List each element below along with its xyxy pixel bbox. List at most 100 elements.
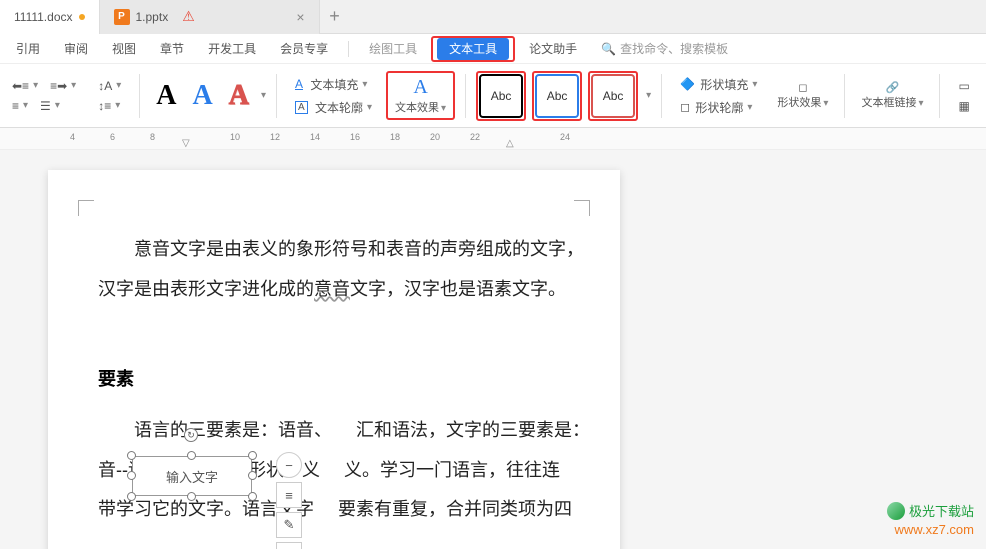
tab-docx[interactable]: 11111.docx — [0, 0, 100, 34]
ruler-tick: 12 — [270, 132, 280, 142]
ruler-tick: 10 — [230, 132, 240, 142]
shape-outline-button[interactable]: ◻ 形状轮廓▾ — [676, 97, 761, 118]
highlight-text-tool: 文本工具 — [431, 36, 515, 62]
separator — [844, 74, 845, 118]
indent-group: ⬅≡▾ ≡➡▾ ≡▾ ☰▾ — [4, 77, 84, 115]
pencil-tool-button[interactable]: ✎ — [276, 512, 302, 538]
paragraph: 语言的三要素是：语音、汇和语法，文字的三要素是： — [98, 411, 590, 451]
style-sample-2[interactable]: A — [186, 80, 218, 112]
separator — [465, 74, 466, 118]
tab-label: 11111.docx — [14, 10, 73, 24]
menu-review[interactable]: 审阅 — [54, 36, 98, 61]
highlight-abc1: Abc — [476, 71, 526, 121]
align-button[interactable]: ≡▾ — [8, 97, 32, 115]
modified-dot-icon — [79, 14, 85, 20]
tab-label: 1.pptx — [136, 10, 169, 24]
resize-handle-se[interactable] — [248, 492, 257, 501]
menu-draw-tools[interactable]: 绘图工具 — [359, 36, 427, 61]
pptx-icon: P — [114, 9, 130, 25]
close-icon[interactable]: × — [296, 9, 304, 25]
heading: 要素 — [98, 365, 590, 391]
paragraph: 带学习它的文字。语言文字要素有重复，合并同类项为四 — [98, 490, 590, 530]
ruler-tick: 24 — [560, 132, 570, 142]
search-placeholder: 查找命令、搜索模板 — [620, 40, 728, 57]
misc-group: ▭ ▦ — [950, 77, 977, 115]
resize-handle-s[interactable] — [187, 492, 196, 501]
paragraph-spacing-button[interactable]: ↕≡▾ — [94, 97, 124, 115]
watermark-line1: 极光下载站 — [887, 501, 974, 520]
menu-view[interactable]: 视图 — [102, 36, 146, 61]
fill-tool-button[interactable]: ≡ — [276, 482, 302, 508]
resize-handle-ne[interactable] — [248, 451, 257, 460]
shape-effect-button[interactable]: ◻ 形状效果▾ — [771, 79, 834, 112]
menu-text-tools[interactable]: 文本工具 — [437, 38, 509, 60]
watermark-icon — [887, 502, 905, 520]
misc-button-1[interactable]: ▭ — [954, 77, 973, 95]
text-fill-button[interactable]: A 文本填充▾ — [291, 74, 376, 95]
text-wrap-button[interactable]: ▣ — [276, 542, 302, 549]
menu-reference[interactable]: 引用 — [6, 36, 50, 61]
shape-style-1[interactable]: Abc — [479, 74, 523, 118]
shape-style-more[interactable]: ▾ — [646, 90, 651, 101]
ruler-indent-marker[interactable]: ▽ — [182, 138, 190, 149]
ruler-tick: 22 — [470, 132, 480, 142]
watermark: 极光下载站 www.xz7.com — [887, 501, 974, 537]
spacing-group: ↕A▾ ↕≡▾ — [90, 77, 129, 115]
shape-fill-button[interactable]: 🔷 形状填充▾ — [676, 74, 761, 95]
menu-thesis[interactable]: 论文助手 — [519, 36, 587, 61]
collapse-button[interactable]: − — [276, 452, 302, 478]
warning-icon: ⚠ — [182, 8, 195, 25]
style-more-dropdown[interactable]: ▾ — [261, 90, 266, 101]
document-tabs-bar: 11111.docx P 1.pptx ⚠ × + — [0, 0, 986, 34]
document-area: 意音文字是由表义的象形符号和表音的声旁组成的文字， 汉字是由表形文字进化成的意音… — [0, 150, 986, 549]
resize-handle-e[interactable] — [248, 471, 257, 480]
shape-effect-icon: ◻ — [798, 81, 807, 94]
command-search[interactable]: 🔍 查找命令、搜索模板 — [601, 40, 728, 57]
style-samples: A A A ▾ — [150, 80, 266, 112]
new-tab-button[interactable]: + — [320, 6, 350, 27]
horizontal-ruler[interactable]: 4 6 8 10 12 14 16 18 20 22 24 ▽ △ — [0, 128, 986, 150]
text-fill-outline-group: A 文本填充▾ A 文本轮廓▾ — [287, 74, 380, 118]
textbox-link-button[interactable]: 🔗 文本框链接▾ — [855, 79, 929, 112]
ruler-tick: 16 — [350, 132, 360, 142]
resize-handle-sw[interactable] — [127, 492, 136, 501]
style-sample-3[interactable]: A — [223, 80, 255, 112]
ruler-tick: 4 — [70, 132, 75, 142]
search-icon: 🔍 — [601, 42, 616, 56]
ruler-tick: 20 — [430, 132, 440, 142]
shape-style-2[interactable]: Abc — [535, 74, 579, 118]
tab-pptx[interactable]: P 1.pptx ⚠ × — [100, 0, 320, 34]
menu-vip[interactable]: 会员专享 — [270, 36, 338, 61]
selected-textbox[interactable]: ↻ 输入文字 — [132, 456, 252, 496]
floating-toolbar: − ≡ ✎ ▣ ▭ — [276, 452, 302, 549]
margin-corner-tr — [574, 200, 590, 216]
text-effect-icon: A — [413, 76, 427, 99]
shape-style-3[interactable]: Abc — [591, 74, 635, 118]
link-icon: 🔗 — [886, 81, 900, 94]
resize-handle-n[interactable] — [187, 451, 196, 460]
list-button[interactable]: ☰▾ — [36, 97, 64, 115]
menu-dev[interactable]: 开发工具 — [198, 36, 266, 61]
resize-handle-nw[interactable] — [127, 451, 136, 460]
rotate-handle[interactable]: ↻ — [184, 428, 198, 442]
textbox-content[interactable]: 输入文字 — [132, 456, 252, 496]
highlight-abc2: Abc — [532, 71, 582, 121]
style-sample-1[interactable]: A — [150, 80, 182, 112]
watermark-line2: www.xz7.com — [895, 522, 974, 537]
resize-handle-w[interactable] — [127, 471, 136, 480]
ruler-tick: 18 — [390, 132, 400, 142]
margin-corner-tl — [78, 200, 94, 216]
indent-left-button[interactable]: ⬅≡▾ — [8, 77, 42, 95]
misc-button-2[interactable]: ▦ — [954, 97, 973, 115]
menu-chapter[interactable]: 章节 — [150, 36, 194, 61]
menu-bar: 引用 审阅 视图 章节 开发工具 会员专享 绘图工具 文本工具 论文助手 🔍 查… — [0, 34, 986, 64]
line-spacing-button[interactable]: ↕A▾ — [94, 77, 125, 95]
highlight-abc3: Abc — [588, 71, 638, 121]
highlight-text-effect: A 文本效果▾ — [386, 71, 455, 120]
text-effect-button[interactable]: A 文本效果▾ — [389, 74, 452, 117]
indent-right-button[interactable]: ≡➡▾ — [46, 77, 80, 95]
paragraph: 汉字是由表形文字进化成的意音文字，汉字也是语素文字。 — [98, 270, 590, 310]
shape-fill-outline-group: 🔷 形状填充▾ ◻ 形状轮廓▾ — [672, 74, 765, 118]
ruler-indent-marker[interactable]: △ — [506, 138, 514, 149]
text-outline-button[interactable]: A 文本轮廓▾ — [291, 97, 376, 118]
